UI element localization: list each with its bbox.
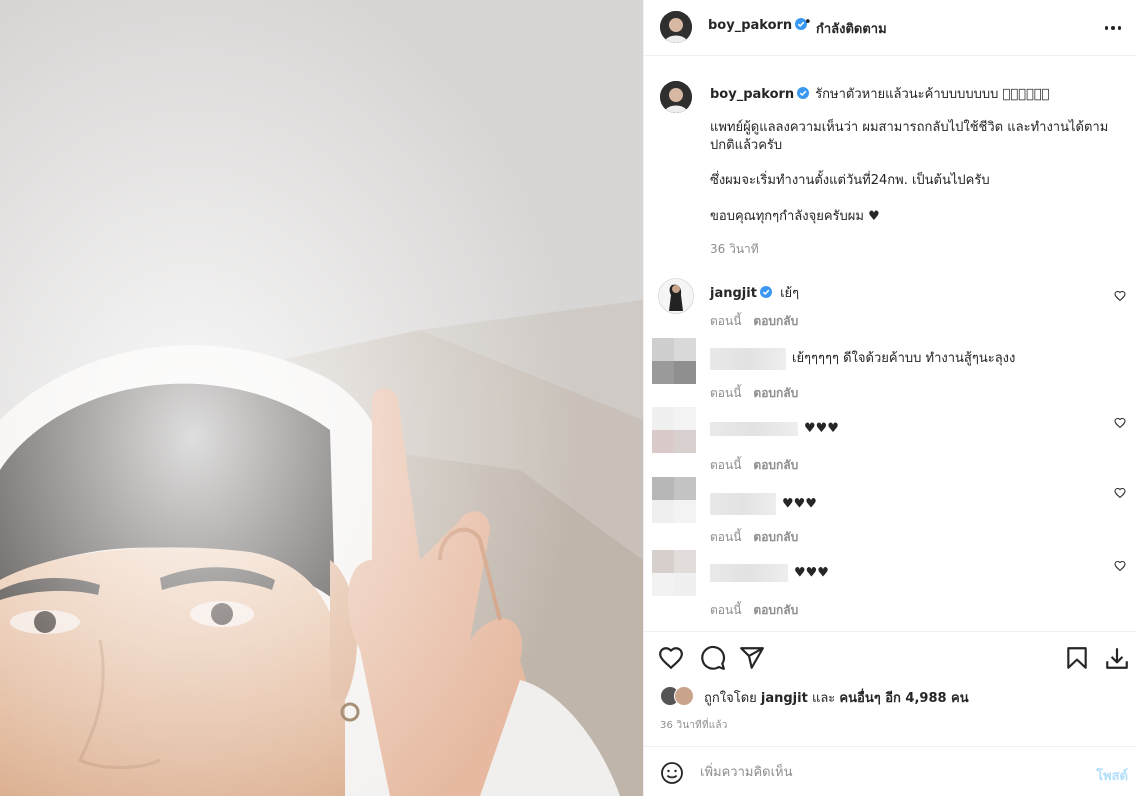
likes-summary[interactable]: ถูกใจโดย jangjit และ คนอื่นๆ อีก 4,988 ค…	[660, 686, 969, 708]
comment-text: ♥♥♥	[794, 565, 829, 581]
comment-item: ♥♥♥ ตอนนี้ ตอบกลับ	[644, 550, 1137, 622]
reply-button[interactable]: ตอบกลับ	[753, 603, 798, 617]
author-username[interactable]: boy_pakorn	[708, 18, 808, 33]
share-icon[interactable]	[739, 645, 765, 671]
commenter-avatar[interactable]	[652, 407, 696, 453]
commenter-username-blurred[interactable]	[710, 347, 786, 370]
more-options-icon[interactable]	[1102, 18, 1124, 38]
commenter-avatar[interactable]	[652, 338, 696, 384]
post-actions: ถูกใจโดย jangjit และ คนอื่นๆ อีก 4,988 ค…	[644, 631, 1137, 746]
liker-username[interactable]: jangjit	[761, 691, 808, 706]
comment-time[interactable]: ตอนนี้	[710, 386, 741, 400]
post-timestamp[interactable]: 36 วินาทีที่แล้ว	[660, 718, 728, 733]
likes-others-count[interactable]: คนอื่นๆ อีก 4,988 คน	[839, 691, 968, 706]
comment-item: เย้ๆๆๆๆๆ ดีใจด้วยค้าบบ ทำงานสู้ๆนะลุงง ต…	[644, 338, 1137, 429]
reply-button[interactable]: ตอบกลับ	[753, 386, 798, 400]
post-comment-button[interactable]: โพสต์	[1096, 765, 1128, 786]
comment-item: ♥♥♥ ตอนนี้ ตอบกลับ	[644, 477, 1137, 572]
comment-time[interactable]: ตอนนี้	[710, 530, 741, 544]
post-photo[interactable]	[0, 0, 643, 796]
caption-line: แพทย์ผู้ดูแลลงความเห็นว่า ผมสามารถกลับไป…	[710, 120, 1109, 135]
commenter-avatar[interactable]	[652, 477, 696, 523]
comment-input[interactable]	[700, 759, 1070, 785]
caption-time[interactable]: 36 วินาที	[710, 240, 759, 259]
add-comment-bar: โพสต์	[644, 746, 1137, 796]
caption-line: ปกติแล้วครับ	[710, 138, 783, 153]
verified-badge-icon	[797, 87, 810, 99]
comment-text: เย้ๆ	[780, 286, 800, 301]
commenter-avatar[interactable]	[658, 278, 694, 314]
author-avatar[interactable]	[660, 11, 692, 43]
header-separator: •	[804, 15, 812, 30]
caption-line: ขอบคุณทุกๆกำลังจุยครับผม ♥	[710, 209, 880, 224]
download-icon[interactable]	[1104, 645, 1130, 671]
commenter-username[interactable]: jangjit	[710, 286, 757, 301]
post-header: boy_pakorn • กำลังติดตาม	[644, 0, 1137, 56]
likes-prefix: ถูกใจโดย	[704, 690, 757, 706]
emoji-icon[interactable]	[660, 761, 684, 785]
reply-button[interactable]: ตอบกลับ	[753, 458, 798, 472]
comment-icon[interactable]	[700, 645, 726, 671]
comment-time[interactable]: ตอนนี้	[710, 314, 741, 328]
commenter-avatar[interactable]	[652, 550, 696, 596]
comment-time[interactable]: ตอนนี้	[710, 458, 741, 472]
caption-username[interactable]: boy_pakorn	[710, 87, 794, 102]
caption-author-avatar[interactable]	[660, 81, 692, 113]
post-side-panel: boy_pakorn • กำลังติดตาม boy_pakorn รักษา…	[643, 0, 1137, 796]
verified-badge-icon	[759, 286, 772, 298]
comment-item: ♥♥♥ ตอนนี้ ตอบกลับ	[644, 407, 1137, 499]
bookmark-icon[interactable]	[1064, 645, 1090, 671]
comment-text: เย้ๆๆๆๆๆ ดีใจด้วยค้าบบ ทำงานสู้ๆนะลุงง	[792, 351, 1016, 366]
likes-text: ถูกใจโดย jangjit และ คนอื่นๆ อีก 4,988 ค…	[704, 687, 969, 708]
commenter-username-blurred[interactable]	[710, 564, 788, 582]
commenter-username-blurred[interactable]	[710, 493, 776, 515]
comment-text: ♥♥♥	[804, 421, 839, 436]
reply-button[interactable]: ตอบกลับ	[753, 314, 798, 328]
comments-list[interactable]: boy_pakorn รักษาตัวหายแล้วนะค้าบบบบบบบ 􀀀􀀀…	[644, 57, 1137, 631]
comment-text: ♥♥♥	[782, 496, 817, 512]
comment-time[interactable]: ตอนนี้	[710, 603, 741, 617]
caption-first-line: รักษาตัวหายแล้วนะค้าบบบบบบบ 􀀀􀀀􀀀􀀀􀀀􀀀	[815, 87, 1050, 102]
comment-like-icon[interactable]	[1114, 290, 1126, 302]
following-button[interactable]: กำลังติดตาม	[816, 18, 887, 39]
likes-and: และ	[811, 690, 836, 706]
liker-avatars	[660, 686, 698, 708]
heart-icon[interactable]	[658, 645, 684, 671]
author-username-text[interactable]: boy_pakorn	[708, 18, 792, 33]
reply-button[interactable]: ตอบกลับ	[753, 530, 798, 544]
commenter-username-blurred[interactable]	[710, 421, 798, 436]
caption-line: ซึ่งผมจะเริ่มทำงานตั้งแต่วันที่24กพ. เป็…	[710, 173, 990, 188]
selfie-photo	[0, 0, 643, 796]
